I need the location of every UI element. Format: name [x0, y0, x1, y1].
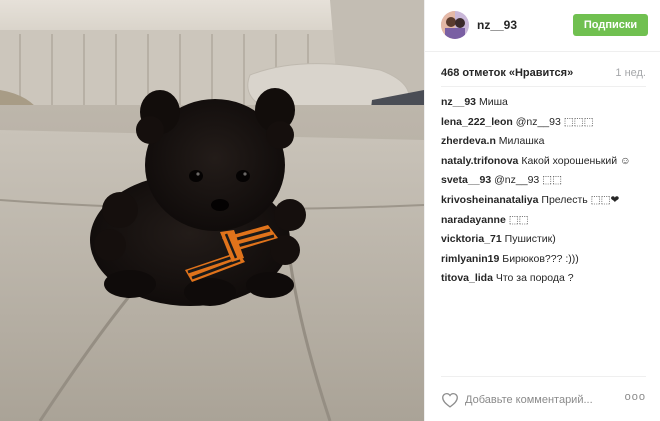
comment-item: rimlyanin19 Бирюков??? :))) [441, 250, 651, 270]
comment-username[interactable]: rimlyanin19 [441, 253, 499, 265]
comment-item: lena_222_leon @nz__93 ⬚⬚⬚ [441, 113, 651, 133]
comment-item: naradayanne ⬚⬚ [441, 211, 651, 231]
comment-text: Прелесть ⬚⬚❤ [541, 193, 620, 206]
likes-count[interactable]: 468 отметок «Нравится» [441, 67, 573, 79]
comment-username[interactable]: naradayanne [441, 214, 506, 226]
comment-text: Бирюков??? :))) [502, 252, 579, 265]
heart-outline-icon[interactable] [441, 392, 459, 408]
comment-composer: ooo [441, 376, 646, 421]
comment-username[interactable]: krivosheinanataliya [441, 194, 538, 206]
comment-text: Что за порода ? [495, 272, 574, 285]
comment-text: Милашка [498, 135, 545, 148]
comment-text: ⬚⬚ [508, 213, 529, 226]
comment-username[interactable]: nataly.trifonova [441, 155, 518, 167]
likes-row: 468 отметок «Нравится» 1 нед. [441, 67, 646, 83]
comment-item: nz__93 Миша [441, 93, 651, 113]
avatar[interactable] [441, 11, 469, 39]
post-header: nz__93 Подписки [425, 0, 660, 52]
comment-item: zherdeva.n Милашка [441, 132, 651, 152]
avatar-image-icon [441, 11, 469, 39]
comments-list: nz__93 Миша lena_222_leon @nz__93 ⬚⬚⬚ zh… [441, 93, 651, 289]
comment-item: vicktoria_71 Пушистик) [441, 230, 651, 250]
comment-text: @nz__93 ⬚⬚⬚ [515, 115, 594, 128]
post-timestamp[interactable]: 1 нед. [615, 67, 646, 79]
comment-item: krivosheinanataliya Прелесть ⬚⬚❤ [441, 191, 651, 211]
follow-button[interactable]: Подписки [573, 14, 648, 36]
add-comment-input[interactable] [465, 389, 615, 411]
more-options-icon[interactable]: ooo [625, 391, 646, 403]
post-photo[interactable] [0, 0, 424, 421]
comment-text: @nz__93 ⬚⬚ [494, 174, 563, 187]
comment-item: nataly.trifonova Какой хорошенький ☺ [441, 152, 651, 172]
divider [441, 86, 646, 87]
post-side-panel: nz__93 Подписки 468 отметок «Нравится» 1… [424, 0, 660, 421]
comment-item: titova_lida Что за порода ? [441, 269, 651, 289]
comment-username[interactable]: titova_lida [441, 272, 493, 284]
comment-username[interactable]: nz__93 [441, 96, 476, 108]
post-author-username[interactable]: nz__93 [477, 18, 517, 32]
comment-username[interactable]: lena_222_leon [441, 116, 513, 128]
comment-username[interactable]: sveta__93 [441, 174, 491, 186]
comment-text: Пушистик) [504, 233, 556, 246]
puppy-photo-illustration [0, 0, 424, 421]
comment-username[interactable]: zherdeva.n [441, 135, 496, 147]
comment-text: Миша [478, 96, 508, 108]
comment-item: sveta__93 @nz__93 ⬚⬚ [441, 171, 651, 191]
comment-username[interactable]: vicktoria_71 [441, 233, 502, 245]
comment-text: Какой хорошенький ☺ [521, 154, 631, 167]
